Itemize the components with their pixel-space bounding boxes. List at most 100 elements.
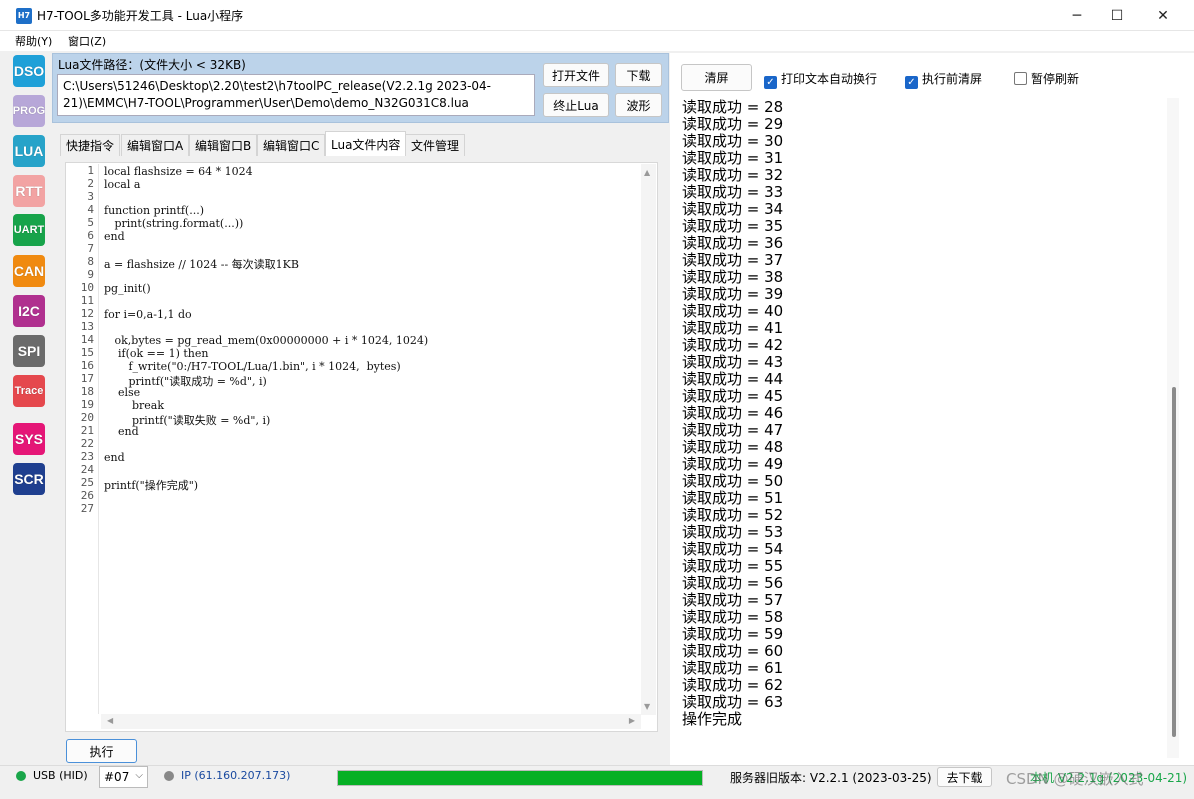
code-line: for i=0,a-1,1 do bbox=[104, 308, 192, 321]
line-number: 18 bbox=[80, 385, 94, 398]
line-number: 1 bbox=[87, 164, 94, 177]
tool-scr-button[interactable]: SCR bbox=[13, 463, 45, 495]
pause-refresh-checkbox[interactable]: 暂停刷新 bbox=[1014, 70, 1079, 87]
tool-uart-button[interactable]: UART bbox=[13, 214, 45, 246]
tool-i2c-button[interactable]: I2C bbox=[13, 295, 45, 327]
progress-fill bbox=[338, 771, 702, 785]
tool-lua-button[interactable]: LUA bbox=[13, 135, 45, 167]
line-number: 2 bbox=[87, 177, 94, 190]
auto-wrap-checkbox[interactable]: ✓ 打印文本自动换行 bbox=[764, 70, 877, 89]
output-line: 读取成功 = 60 bbox=[682, 642, 784, 660]
code-line: end bbox=[104, 425, 139, 438]
output-line: 读取成功 = 31 bbox=[682, 149, 784, 167]
waveform-button[interactable]: 波形 bbox=[615, 93, 662, 117]
clear-before-exec-label: 执行前清屏 bbox=[922, 72, 983, 86]
window-title: H7-TOOL多功能开发工具 - Lua小程序 bbox=[37, 9, 244, 23]
output-line: 读取成功 = 63 bbox=[682, 693, 784, 711]
tool-prog-button[interactable]: PROG bbox=[13, 95, 45, 127]
output-line: 读取成功 = 34 bbox=[682, 200, 784, 218]
tab-lua-file-content[interactable]: Lua文件内容 bbox=[325, 131, 407, 156]
tab-quick-commands[interactable]: 快捷指令 bbox=[60, 134, 121, 156]
output-line: 读取成功 = 33 bbox=[682, 183, 784, 201]
output-line: 读取成功 = 48 bbox=[682, 438, 784, 456]
tab-edit-b[interactable]: 编辑窗口B bbox=[189, 134, 258, 156]
output-line: 读取成功 = 53 bbox=[682, 523, 784, 541]
menu-help[interactable]: 帮助(Y) bbox=[15, 33, 52, 49]
output-scroll-thumb[interactable] bbox=[1172, 387, 1176, 737]
line-number: 8 bbox=[87, 255, 94, 268]
device-select[interactable]: #07 ⌵ bbox=[99, 766, 148, 788]
go-download-button[interactable]: 去下载 bbox=[937, 767, 992, 787]
output-line: 读取成功 = 44 bbox=[682, 370, 784, 388]
line-number: 15 bbox=[80, 346, 94, 359]
output-line: 读取成功 = 47 bbox=[682, 421, 784, 439]
line-number: 9 bbox=[87, 268, 94, 281]
code-line: f_write("0:/H7-TOOL/Lua/1.bin", i * 1024… bbox=[104, 360, 401, 373]
line-number: 25 bbox=[80, 476, 94, 489]
code-line: else bbox=[104, 386, 141, 399]
line-number: 5 bbox=[87, 216, 94, 229]
output-line: 读取成功 = 58 bbox=[682, 608, 784, 626]
tab-file-manager[interactable]: 文件管理 bbox=[405, 134, 466, 156]
output-line: 读取成功 = 30 bbox=[682, 132, 784, 150]
tool-rtt-button[interactable]: RTT bbox=[13, 175, 45, 207]
line-number: 19 bbox=[80, 398, 94, 411]
open-file-button[interactable]: 打开文件 bbox=[543, 63, 609, 87]
line-number: 11 bbox=[80, 294, 94, 307]
line-number: 21 bbox=[80, 424, 94, 437]
tool-sys-button[interactable]: SYS bbox=[13, 423, 45, 455]
output-line: 操作完成 bbox=[682, 710, 743, 728]
line-number: 7 bbox=[87, 242, 94, 255]
stop-lua-button[interactable]: 终止Lua bbox=[543, 93, 609, 117]
editor-horizontal-scrollbar[interactable]: ◀ ▶ bbox=[101, 714, 641, 729]
clear-before-exec-checkbox[interactable]: ✓ 执行前清屏 bbox=[905, 70, 982, 89]
output-line: 读取成功 = 55 bbox=[682, 557, 784, 575]
menu-window[interactable]: 窗口(Z) bbox=[68, 33, 106, 49]
code-editor[interactable] bbox=[65, 162, 658, 732]
code-line: local flashsize = 64 * 1024 bbox=[104, 165, 253, 178]
output-line: 读取成功 = 41 bbox=[682, 319, 784, 337]
tool-can-button[interactable]: CAN bbox=[13, 255, 45, 287]
checkbox-checked-icon[interactable]: ✓ bbox=[905, 76, 918, 89]
line-number: 4 bbox=[87, 203, 94, 216]
scroll-right-icon[interactable]: ▶ bbox=[629, 716, 635, 725]
scroll-left-icon[interactable]: ◀ bbox=[107, 716, 113, 725]
usb-status-dot-icon bbox=[16, 771, 26, 781]
checkbox-checked-icon[interactable]: ✓ bbox=[764, 76, 777, 89]
output-line: 读取成功 = 56 bbox=[682, 574, 784, 592]
pause-refresh-label: 暂停刷新 bbox=[1031, 72, 1080, 86]
output-line: 读取成功 = 37 bbox=[682, 251, 784, 269]
maximize-button[interactable]: ☐ bbox=[1094, 0, 1140, 31]
line-number: 24 bbox=[80, 463, 94, 476]
line-number: 12 bbox=[80, 307, 94, 320]
scroll-down-icon[interactable]: ▼ bbox=[644, 702, 650, 711]
tab-edit-c[interactable]: 编辑窗口C bbox=[257, 134, 326, 156]
file-path-field[interactable]: C:\Users\51246\Desktop\2.20\test2\h7tool… bbox=[57, 74, 535, 116]
line-number: 14 bbox=[80, 333, 94, 346]
watermark: CSDN @硬汉嵌入式 bbox=[1006, 770, 1144, 788]
line-number: 27 bbox=[80, 502, 94, 515]
tab-edit-a[interactable]: 编辑窗口A bbox=[121, 134, 190, 156]
close-button[interactable]: ✕ bbox=[1140, 0, 1186, 31]
file-path-line-2: 21)\EMMC\H7-TOOL\Programmer\User\Demo\de… bbox=[63, 96, 469, 110]
clear-screen-button[interactable]: 清屏 bbox=[681, 64, 752, 91]
download-button[interactable]: 下载 bbox=[615, 63, 662, 87]
line-number: 26 bbox=[80, 489, 94, 502]
execute-button[interactable]: 执行 bbox=[66, 739, 137, 763]
line-number: 23 bbox=[80, 450, 94, 463]
checkbox-unchecked-icon[interactable] bbox=[1014, 72, 1027, 85]
output-line: 读取成功 = 36 bbox=[682, 234, 784, 252]
file-path-line-1: C:\Users\51246\Desktop\2.20\test2\h7tool… bbox=[63, 79, 492, 93]
tool-dso-button[interactable]: DSO bbox=[13, 55, 45, 87]
tool-trace-button[interactable]: Trace bbox=[13, 375, 45, 407]
tool-spi-button[interactable]: SPI bbox=[13, 335, 45, 367]
line-number: 13 bbox=[80, 320, 94, 333]
line-number: 22 bbox=[80, 437, 94, 450]
output-line: 读取成功 = 29 bbox=[682, 115, 784, 133]
code-line: printf("操作完成") bbox=[104, 479, 199, 492]
code-line: print(string.format(...)) bbox=[104, 217, 244, 230]
line-number-gutter: 1 2 3 4 5 6 7 8 9 10 11 12 13 14 15 16 17 18 19 20 21 22 23 24 2… bbox=[67, 164, 99, 714]
scroll-up-icon[interactable]: ▲ bbox=[644, 168, 650, 177]
editor-vertical-scrollbar[interactable]: ▲ ▼ bbox=[641, 164, 656, 715]
chevron-down-icon: ⌵ bbox=[135, 770, 143, 781]
